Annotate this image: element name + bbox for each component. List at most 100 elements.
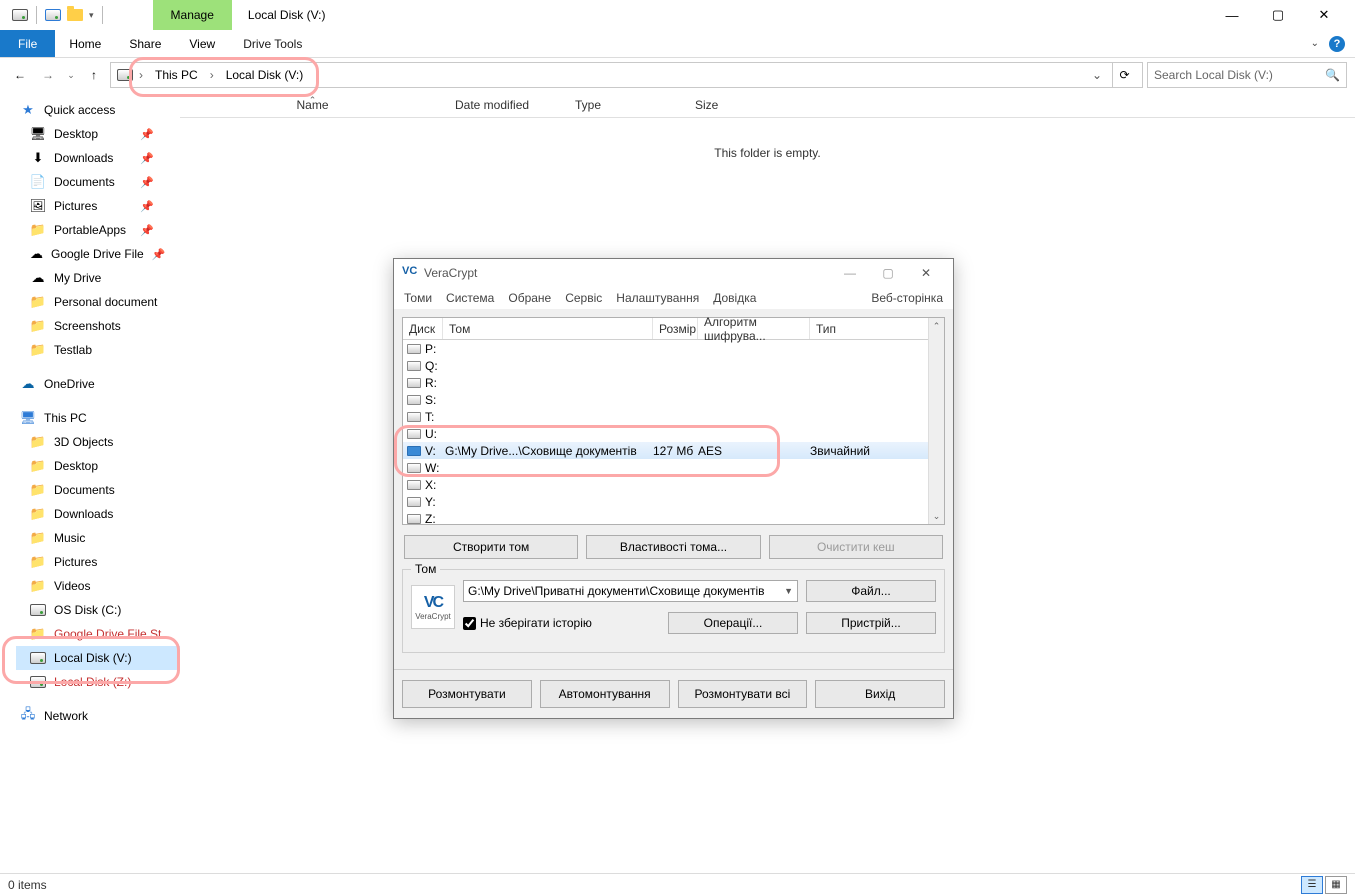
volume-tools-button[interactable]: Операції... <box>668 612 798 634</box>
expand-ribbon-icon[interactable]: ⌄ <box>1311 38 1319 49</box>
close-button[interactable]: ✕ <box>907 259 945 287</box>
drive-row[interactable]: Y: <box>403 493 944 510</box>
veracrypt-titlebar[interactable]: VC VeraCrypt — ▢ ✕ <box>394 259 953 287</box>
drive-row[interactable]: X: <box>403 476 944 493</box>
scrollbar[interactable]: ⌃ ⌄ <box>928 318 944 524</box>
sidebar-item[interactable]: 📁Testlab <box>16 338 180 362</box>
drive-row[interactable]: Q: <box>403 357 944 374</box>
maximize-button[interactable]: ▢ <box>1255 0 1301 30</box>
col-drive[interactable]: Диск <box>403 318 443 339</box>
large-icons-view-button[interactable]: ▦ <box>1325 876 1347 894</box>
menu-system[interactable]: Система <box>446 291 494 305</box>
col-size[interactable]: Розмір <box>653 318 698 339</box>
sidebar-item[interactable]: 📁Documents <box>16 478 180 502</box>
select-file-button[interactable]: Файл... <box>806 580 936 602</box>
sidebar-item[interactable]: 📁Google Drive File St <box>16 622 180 646</box>
open-folder-icon[interactable] <box>67 7 83 23</box>
sidebar-item[interactable]: ☁Google Drive File📌 <box>16 242 180 266</box>
chevron-down-icon[interactable]: ▼ <box>784 586 793 596</box>
sidebar-network[interactable]: 🖧 Network <box>16 704 180 728</box>
exit-button[interactable]: Вихід <box>815 680 945 708</box>
chevron-right-icon[interactable]: › <box>137 68 145 82</box>
wipe-cache-button[interactable]: Очистити кеш <box>769 535 943 559</box>
drive-row[interactable]: P: <box>403 340 944 357</box>
navigation-pane[interactable]: ★ Quick access 🖥Desktop📌⬇Downloads📌📄Docu… <box>0 92 180 873</box>
sidebar-onedrive[interactable]: ☁ OneDrive <box>16 372 180 396</box>
sidebar-item[interactable]: 📁Downloads <box>16 502 180 526</box>
column-headers[interactable]: ⌃Name Date modified Type Size <box>180 92 1355 118</box>
never-save-history-checkbox[interactable] <box>463 617 476 630</box>
sidebar-item[interactable]: 📁PortableApps📌 <box>16 218 180 242</box>
dismount-button[interactable]: Розмонтувати <box>402 680 532 708</box>
column-type[interactable]: Type <box>565 98 685 112</box>
create-volume-button[interactable]: Створити том <box>404 535 578 559</box>
menu-help[interactable]: Довідка <box>713 291 756 305</box>
close-button[interactable]: ✕ <box>1301 0 1347 30</box>
up-button[interactable]: ↑ <box>82 63 106 87</box>
menu-homepage[interactable]: Веб-сторінка <box>871 291 943 305</box>
veracrypt-window[interactable]: VC VeraCrypt — ▢ ✕ Томи Система Обране С… <box>393 258 954 719</box>
tab-view[interactable]: View <box>175 30 229 57</box>
tab-drive-tools[interactable]: Drive Tools <box>229 30 316 57</box>
col-volume[interactable]: Том <box>443 318 653 339</box>
sidebar-item[interactable]: 📁3D Objects <box>16 430 180 454</box>
drive-row[interactable]: W: <box>403 459 944 476</box>
drive-row[interactable]: S: <box>403 391 944 408</box>
drive-list[interactable]: Диск Том Розмір Алгоритм шифрува... Тип … <box>402 317 945 525</box>
breadcrumb-this-pc[interactable]: This PC <box>149 66 204 84</box>
drive-list-header[interactable]: Диск Том Розмір Алгоритм шифрува... Тип <box>403 318 944 340</box>
menu-volumes[interactable]: Томи <box>404 291 432 305</box>
col-type[interactable]: Тип <box>810 318 944 339</box>
breadcrumb-current[interactable]: Local Disk (V:) <box>220 66 310 84</box>
menu-tools[interactable]: Сервіс <box>565 291 602 305</box>
tab-share[interactable]: Share <box>115 30 175 57</box>
properties-icon[interactable] <box>45 7 61 23</box>
column-date[interactable]: Date modified <box>445 98 565 112</box>
sidebar-item[interactable]: Local Disk (Z:) <box>16 670 180 694</box>
automount-button[interactable]: Автомонтування <box>540 680 670 708</box>
drive-row[interactable]: V:G:\My Drive...\Сховище документів127 М… <box>403 442 944 459</box>
column-size[interactable]: Size <box>685 98 805 112</box>
menu-favorites[interactable]: Обране <box>508 291 551 305</box>
sidebar-item[interactable]: 📄Documents📌 <box>16 170 180 194</box>
address-dropdown-icon[interactable]: ⌄ <box>1086 68 1108 82</box>
address-bar[interactable]: › This PC › Local Disk (V:) ⌄ ⟳ <box>110 62 1143 88</box>
menu-settings[interactable]: Налаштування <box>616 291 699 305</box>
back-button[interactable]: ← <box>8 63 32 87</box>
minimize-button[interactable]: — <box>1209 0 1255 30</box>
select-device-button[interactable]: Пристрій... <box>806 612 936 634</box>
forward-button[interactable]: → <box>36 63 60 87</box>
sidebar-item[interactable]: OS Disk (C:) <box>16 598 180 622</box>
drive-row[interactable]: T: <box>403 408 944 425</box>
refresh-button[interactable]: ⟳ <box>1112 63 1136 87</box>
column-name[interactable]: ⌃Name <box>180 98 445 112</box>
tab-file[interactable]: File <box>0 30 55 57</box>
col-algo[interactable]: Алгоритм шифрува... <box>698 318 810 339</box>
minimize-button[interactable]: — <box>831 259 869 287</box>
sidebar-item[interactable]: Local Disk (V:) <box>16 646 180 670</box>
sidebar-item[interactable]: 📁Personal document <box>16 290 180 314</box>
details-view-button[interactable]: ☰ <box>1301 876 1323 894</box>
tab-home[interactable]: Home <box>55 30 115 57</box>
sidebar-item[interactable]: 📁Videos <box>16 574 180 598</box>
volume-properties-button[interactable]: Властивості тома... <box>586 535 760 559</box>
sidebar-quick-access[interactable]: ★ Quick access <box>16 98 180 122</box>
sidebar-item[interactable]: 🖥Desktop📌 <box>16 122 180 146</box>
sidebar-item[interactable]: 📁Desktop <box>16 454 180 478</box>
sidebar-item[interactable]: 📁Pictures <box>16 550 180 574</box>
qat-dropdown-icon[interactable]: ▾ <box>89 10 94 21</box>
sidebar-this-pc[interactable]: 🖥 This PC <box>16 406 180 430</box>
sidebar-item[interactable]: ⬇Downloads📌 <box>16 146 180 170</box>
help-button[interactable]: ? <box>1329 36 1345 52</box>
sidebar-item[interactable]: 📁Screenshots <box>16 314 180 338</box>
sidebar-item[interactable]: 📁Music <box>16 526 180 550</box>
drive-row[interactable]: U: <box>403 425 944 442</box>
chevron-right-icon[interactable]: › <box>208 68 216 82</box>
scroll-up-icon[interactable]: ⌃ <box>929 318 944 334</box>
contextual-tab-manage[interactable]: Manage <box>153 0 232 30</box>
recent-dropdown-icon[interactable]: ⌄ <box>64 63 78 87</box>
scroll-down-icon[interactable]: ⌄ <box>929 508 944 524</box>
drive-row[interactable]: R: <box>403 374 944 391</box>
sidebar-item[interactable]: 🖼Pictures📌 <box>16 194 180 218</box>
volume-path-combo[interactable]: G:\My Drive\Приватні документи\Сховище д… <box>463 580 798 602</box>
